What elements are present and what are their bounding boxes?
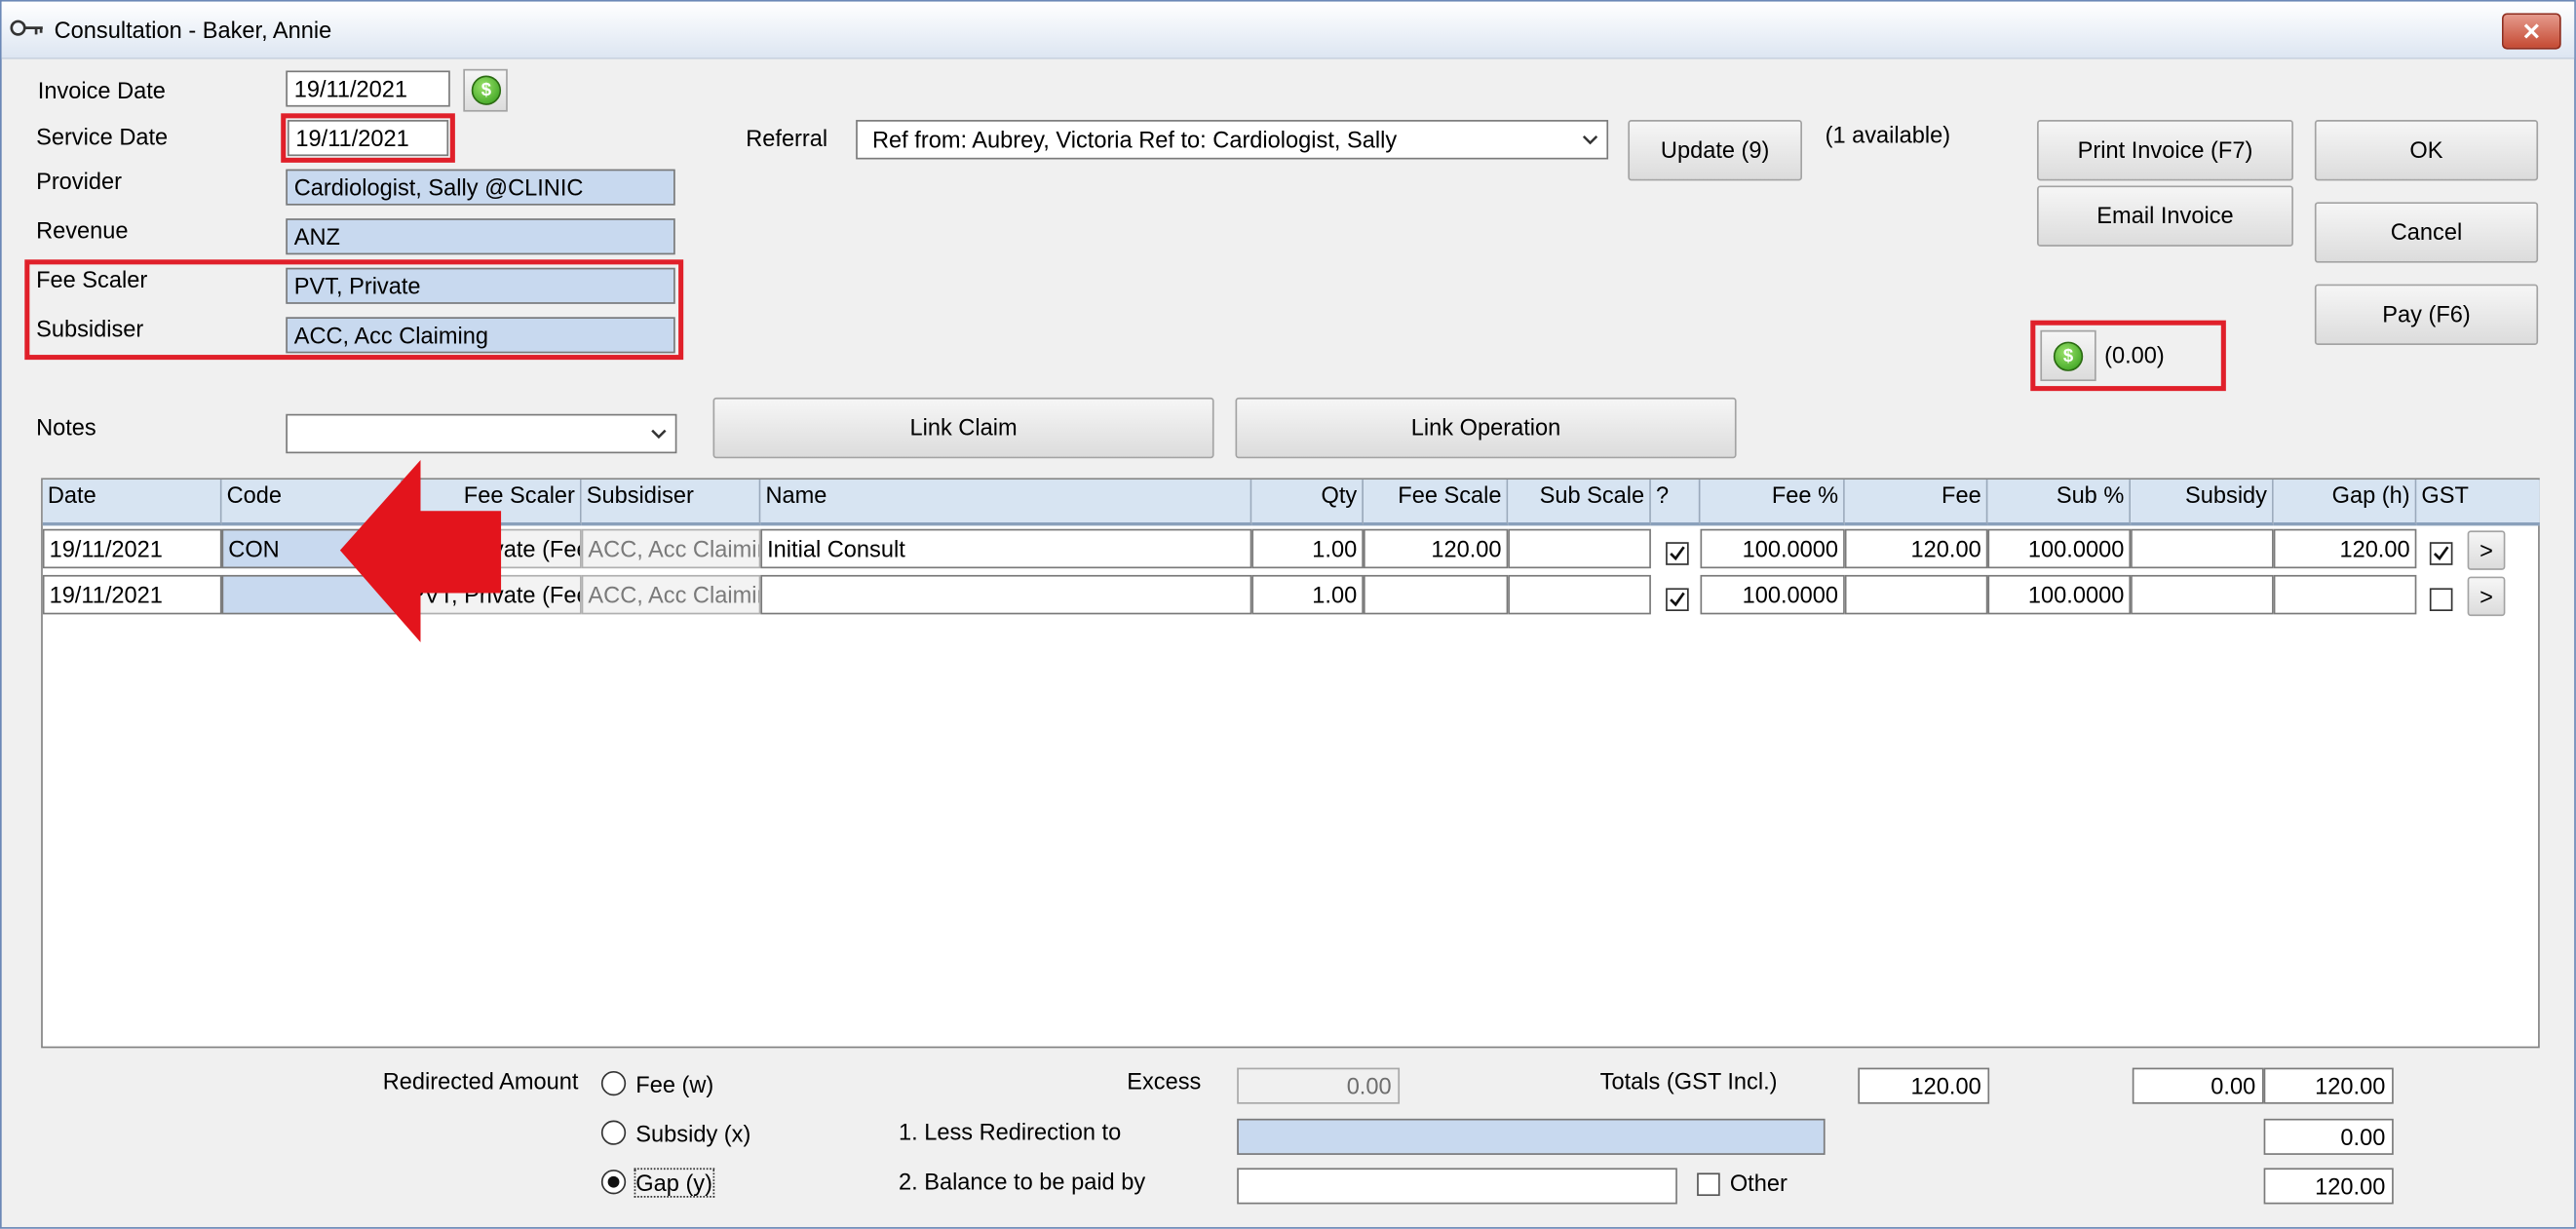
column-header-fee-pct[interactable]: Fee %: [1700, 480, 1845, 526]
radio-gap[interactable]: [600, 1170, 627, 1195]
cancel-button[interactable]: Cancel: [2314, 202, 2539, 263]
column-header-name[interactable]: Name: [760, 480, 1252, 526]
cell-gap[interactable]: [2273, 574, 2417, 615]
redirected-amount-label: Redirected Amount: [382, 1067, 579, 1095]
excess-label: Excess: [1127, 1067, 1202, 1095]
totals-label: Totals (GST Incl.): [1599, 1067, 1778, 1095]
cell-gap[interactable]: 120.00: [2273, 528, 2417, 569]
cell-subsidy[interactable]: [2131, 528, 2274, 569]
gst-checkbox[interactable]: [2429, 588, 2453, 612]
update-button[interactable]: Update (9): [1628, 120, 1802, 181]
red-arrow-annotation: [339, 459, 502, 643]
radio-fee[interactable]: [600, 1070, 627, 1096]
cell-fee[interactable]: 120.00: [1844, 528, 1988, 569]
cell-sub-scale[interactable]: [1508, 528, 1651, 569]
referral-label: Referral: [746, 125, 828, 152]
row-expand-button[interactable]: >: [2467, 530, 2506, 570]
gst-checkbox[interactable]: [2429, 542, 2453, 565]
balance-amount-field: 120.00: [2263, 1168, 2394, 1205]
cell-sub-pct[interactable]: 100.0000: [1987, 574, 2132, 615]
less-redirection-amount: 0.00: [2263, 1118, 2394, 1155]
referral-combo[interactable]: Ref from: Aubrey, Victoria Ref to: Cardi…: [856, 120, 1609, 160]
cell-date[interactable]: 19/11/2021: [42, 528, 222, 569]
column-header-gst[interactable]: GST: [2416, 480, 2540, 526]
row-expand-button[interactable]: >: [2467, 576, 2506, 617]
cell-fee-scale[interactable]: [1363, 574, 1509, 615]
column-header-fee-scale[interactable]: Fee Scale: [1363, 480, 1509, 526]
column-header-subsidiser[interactable]: Subsidiser: [581, 480, 761, 526]
fee-scaler-subsidiser-highlight: [24, 259, 684, 361]
column-header-date[interactable]: Date: [42, 480, 222, 526]
balance-paid-by-label: 2. Balance to be paid by: [898, 1168, 1146, 1195]
cell-sub-pct[interactable]: 100.0000: [1987, 528, 2132, 569]
balance-highlight: [2030, 320, 2226, 392]
cell-fee-pct[interactable]: 100.0000: [1700, 574, 1845, 615]
provider-label: Provider: [36, 167, 122, 194]
row-confirm-checkbox[interactable]: [1666, 588, 1689, 612]
cell-subsidy[interactable]: [2131, 574, 2274, 615]
total-subsidy-field: 0.00: [2132, 1067, 2264, 1104]
radio-subsidy[interactable]: [600, 1120, 627, 1145]
radio-fee-label: Fee (w): [635, 1070, 714, 1097]
column-header-gap[interactable]: Gap (h): [2273, 480, 2417, 526]
referral-value: Ref from: Aubrey, Victoria Ref to: Cardi…: [872, 126, 1398, 153]
column-header-qty[interactable]: Qty: [1251, 480, 1364, 526]
chevron-down-icon: [1579, 122, 1602, 158]
title-bar: Consultation - Baker, Annie ✕: [1, 1, 2575, 59]
cell-name[interactable]: Initial Consult: [760, 528, 1252, 569]
balance-paid-by-field[interactable]: [1237, 1168, 1677, 1205]
revenue-field[interactable]: ANZ: [286, 218, 675, 255]
cell-fee-pct[interactable]: 100.0000: [1700, 528, 1845, 569]
cell-fee[interactable]: [1844, 574, 1988, 615]
print-invoice-button[interactable]: Print Invoice (F7): [2037, 120, 2293, 181]
email-invoice-button[interactable]: Email Invoice: [2037, 185, 2293, 247]
link-operation-button[interactable]: Link Operation: [1235, 397, 1737, 459]
consultation-window: Consultation - Baker, Annie ✕ Invoice Da…: [0, 0, 2576, 1229]
cell-name[interactable]: [760, 574, 1252, 615]
cell-subsidiser[interactable]: ACC, Acc Claimin: [581, 574, 761, 615]
ok-button[interactable]: OK: [2314, 120, 2539, 181]
column-header-question[interactable]: ?: [1650, 480, 1701, 526]
revenue-label: Revenue: [36, 216, 129, 244]
link-claim-button[interactable]: Link Claim: [712, 397, 1214, 459]
cell-sub-scale[interactable]: [1508, 574, 1651, 615]
close-button[interactable]: ✕: [2502, 13, 2561, 50]
excess-field[interactable]: 0.00: [1237, 1067, 1401, 1104]
less-redirection-field[interactable]: [1237, 1118, 1826, 1155]
key-icon: [10, 17, 46, 40]
radio-gap-label: Gap (y): [634, 1168, 714, 1198]
column-header-fee[interactable]: Fee: [1844, 480, 1988, 526]
window-title: Consultation - Baker, Annie: [54, 16, 332, 43]
total-fee-field: 120.00: [1858, 1067, 1990, 1104]
total-gap-field: 120.00: [2263, 1067, 2394, 1104]
less-redirection-label: 1. Less Redirection to: [898, 1118, 1122, 1145]
column-header-subsidy[interactable]: Subsidy: [2131, 480, 2274, 526]
other-label: Other: [1729, 1170, 1788, 1197]
notes-label: Notes: [36, 413, 96, 441]
provider-field[interactable]: Cardiologist, Sally @CLINIC: [286, 169, 675, 206]
invoice-date-info-button[interactable]: $: [463, 68, 508, 112]
cell-qty[interactable]: 1.00: [1251, 574, 1364, 615]
column-header-sub-scale[interactable]: Sub Scale: [1508, 480, 1651, 526]
other-checkbox[interactable]: [1697, 1172, 1720, 1197]
notes-combo[interactable]: [286, 413, 677, 454]
invoice-date-label: Invoice Date: [37, 77, 166, 104]
cell-date[interactable]: 19/11/2021: [42, 574, 222, 615]
service-date-highlight: [281, 113, 455, 163]
invoice-date-field[interactable]: 19/11/2021: [286, 70, 450, 107]
service-date-label: Service Date: [36, 123, 169, 150]
pay-button[interactable]: Pay (F6): [2314, 284, 2539, 345]
cell-qty[interactable]: 1.00: [1251, 528, 1364, 569]
radio-subsidy-label: Subsidy (x): [635, 1120, 751, 1147]
cell-subsidiser[interactable]: ACC, Acc Claimin: [581, 528, 761, 569]
cell-fee-scale[interactable]: 120.00: [1363, 528, 1509, 569]
chevron-down-icon: [647, 415, 671, 451]
available-count: (1 available): [1825, 121, 1951, 148]
column-header-sub-pct[interactable]: Sub %: [1987, 480, 2132, 526]
row-confirm-checkbox[interactable]: [1666, 542, 1689, 565]
info-icon: $: [471, 75, 502, 105]
